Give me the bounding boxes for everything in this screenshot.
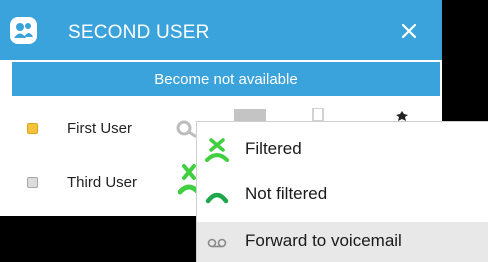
- call-filtered-icon: [205, 138, 229, 162]
- title-bar: SECOND USER: [0, 0, 442, 60]
- phone-device-icon: [312, 108, 324, 121]
- user-row-third-user[interactable]: Third User: [0, 168, 200, 198]
- menu-item-forward-to-voicemail[interactable]: Forward to voicemail: [197, 222, 488, 262]
- close-icon[interactable]: [400, 22, 418, 40]
- call-forwarding-menu: Filtered Not filtered Forward to voicema…: [196, 121, 488, 262]
- call-not-filtered-icon: [205, 192, 229, 204]
- keyboard-icon: [234, 109, 266, 121]
- user-name: Third User: [67, 174, 138, 191]
- settings-icon[interactable]: [394, 111, 410, 121]
- user-row-first-user[interactable]: First User: [0, 114, 200, 144]
- become-not-available-button[interactable]: Become not available: [12, 62, 440, 96]
- menu-item-not-filtered[interactable]: Not filtered: [197, 175, 488, 215]
- window-title: SECOND USER: [68, 22, 210, 43]
- app-logo-icon: [10, 17, 37, 44]
- user-checkbox[interactable]: [27, 123, 38, 134]
- menu-item-label: Not filtered: [245, 184, 328, 203]
- search-icon[interactable]: [176, 120, 198, 138]
- menu-item-label: Filtered: [245, 139, 302, 158]
- menu-item-filtered[interactable]: Filtered: [197, 130, 488, 170]
- menu-item-label: Forward to voicemail: [245, 231, 402, 250]
- user-checkbox[interactable]: [27, 177, 38, 188]
- user-name: First User: [67, 120, 132, 137]
- voicemail-icon: [207, 238, 227, 248]
